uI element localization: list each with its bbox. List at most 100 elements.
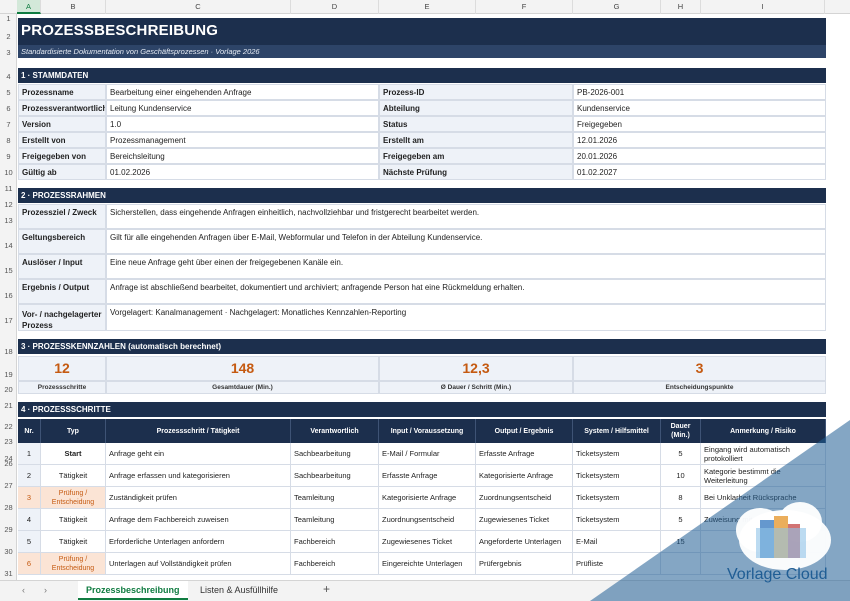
step-duration[interactable]: 8 xyxy=(661,487,701,509)
step-input[interactable]: Kategorisierte Anfrage xyxy=(379,487,476,509)
column-header-b[interactable]: B xyxy=(41,0,106,14)
row-header[interactable]: 20 xyxy=(0,385,16,394)
step-note[interactable] xyxy=(701,531,826,553)
column-header-h[interactable]: H xyxy=(661,0,701,14)
row-header[interactable]: 7 xyxy=(0,120,16,129)
row-header[interactable]: 4 xyxy=(0,72,16,81)
step-system[interactable]: E-Mail xyxy=(573,531,661,553)
step-duration[interactable]: 10 xyxy=(661,465,701,487)
row-header[interactable]: 5 xyxy=(0,88,16,97)
worksheet[interactable]: PROZESSBESCHREIBUNG Standardisierte Doku… xyxy=(17,14,850,580)
step-output[interactable]: Zuordnungsentscheid xyxy=(476,487,573,509)
column-header-f[interactable]: F xyxy=(476,0,573,14)
step-input[interactable]: Erfasste Anfrage xyxy=(379,465,476,487)
column-header-e[interactable]: E xyxy=(379,0,476,14)
step-system[interactable]: Prüfliste xyxy=(573,553,661,575)
step-note[interactable]: Eingang wird automatisch protokolliert xyxy=(701,443,826,465)
field-value[interactable]: Gilt für alle eingehenden Anfragen über … xyxy=(106,229,826,254)
row-header[interactable]: 21 xyxy=(0,401,16,410)
row-header[interactable]: 11 xyxy=(0,184,16,193)
field-value[interactable]: Prozessmanagement xyxy=(106,132,379,148)
add-sheet-button[interactable]: + xyxy=(323,582,330,596)
row-header[interactable]: 27 xyxy=(0,481,16,490)
field-value[interactable]: 01.02.2027 xyxy=(573,164,826,180)
column-header-i[interactable]: I xyxy=(701,0,825,14)
step-note[interactable]: Zuweisung mit Frist xyxy=(701,509,826,531)
step-output[interactable]: Kategorisierte Anfrage xyxy=(476,465,573,487)
step-output[interactable]: Prüfergebnis xyxy=(476,553,573,575)
field-value[interactable]: PB-2026-001 xyxy=(573,84,826,100)
step-output[interactable]: Erfasste Anfrage xyxy=(476,443,573,465)
field-value[interactable]: Kundenservice xyxy=(573,100,826,116)
step-responsible[interactable]: Fachbereich xyxy=(291,553,379,575)
step-task[interactable]: Unterlagen auf Vollständigkeit prüfen xyxy=(106,553,291,575)
step-system[interactable]: Ticketsystem xyxy=(573,487,661,509)
row-header[interactable]: 19 xyxy=(0,370,16,379)
field-value[interactable]: Anfrage ist abschließend bearbeitet, dok… xyxy=(106,279,826,304)
next-sheet-icon[interactable]: › xyxy=(44,585,47,595)
step-task[interactable]: Anfrage geht ein xyxy=(106,443,291,465)
step-duration[interactable]: 15 xyxy=(661,531,701,553)
row-header[interactable]: 31 xyxy=(0,569,16,578)
step-input[interactable]: Zuordnungsentscheid xyxy=(379,509,476,531)
field-value[interactable]: Eine neue Anfrage geht über einen der fr… xyxy=(106,254,826,279)
step-note[interactable]: Kategorie bestimmt die Weiterleitung xyxy=(701,465,826,487)
step-responsible[interactable]: Fachbereich xyxy=(291,531,379,553)
step-note[interactable]: Bei Unklarheit Rücksprache xyxy=(701,487,826,509)
prev-sheet-icon[interactable]: ‹ xyxy=(22,585,25,595)
step-output[interactable]: Zugewiesenes Ticket xyxy=(476,509,573,531)
row-header[interactable]: 29 xyxy=(0,525,16,534)
field-value[interactable]: Vorgelagert: Kanalmanagement · Nachgelag… xyxy=(106,304,826,331)
row-header[interactable]: 2 xyxy=(0,32,16,41)
field-value[interactable]: 01.02.2026 xyxy=(106,164,379,180)
step-duration[interactable] xyxy=(661,553,701,575)
step-input[interactable]: Zugewiesenes Ticket xyxy=(379,531,476,553)
step-system[interactable]: Ticketsystem xyxy=(573,443,661,465)
step-responsible[interactable]: Teamleitung xyxy=(291,509,379,531)
row-header[interactable]: 18 xyxy=(0,347,16,356)
field-value[interactable]: 20.01.2026 xyxy=(573,148,826,164)
row-header[interactable]: 1 xyxy=(0,14,16,23)
row-header[interactable]: 30 xyxy=(0,547,16,556)
row-header[interactable]: 26 xyxy=(0,459,16,468)
row-header[interactable]: 3 xyxy=(0,48,16,57)
row-header[interactable]: 28 xyxy=(0,503,16,512)
row-header[interactable]: 6 xyxy=(0,104,16,113)
field-value[interactable]: 1.0 xyxy=(106,116,379,132)
tab-listen-ausfuellhilfe[interactable]: Listen & Ausfüllhilfe xyxy=(192,581,286,600)
step-input[interactable]: E-Mail / Formular xyxy=(379,443,476,465)
step-responsible[interactable]: Teamleitung xyxy=(291,487,379,509)
step-task[interactable]: Anfrage erfassen und kategorisieren xyxy=(106,465,291,487)
step-responsible[interactable]: Sachbearbeitung xyxy=(291,465,379,487)
step-task[interactable]: Anfrage dem Fachbereich zuweisen xyxy=(106,509,291,531)
row-header[interactable]: 12 xyxy=(0,200,16,209)
row-header[interactable]: 9 xyxy=(0,152,16,161)
step-responsible[interactable]: Sachbearbeitung xyxy=(291,443,379,465)
step-system[interactable]: Ticketsystem xyxy=(573,509,661,531)
row-header[interactable]: 22 xyxy=(0,422,16,431)
row-header[interactable]: 15 xyxy=(0,266,16,275)
step-task[interactable]: Zuständigkeit prüfen xyxy=(106,487,291,509)
step-output[interactable]: Angeforderte Unterlagen xyxy=(476,531,573,553)
tab-prozessbeschreibung[interactable]: Prozessbeschreibung xyxy=(78,581,188,600)
row-header[interactable]: 17 xyxy=(0,316,16,325)
field-value[interactable]: Bereichsleitung xyxy=(106,148,379,164)
step-system[interactable]: Ticketsystem xyxy=(573,465,661,487)
field-value[interactable]: Leitung Kundenservice xyxy=(106,100,379,116)
title-banner[interactable]: PROZESSBESCHREIBUNG Standardisierte Doku… xyxy=(18,18,826,58)
row-header[interactable]: 23 xyxy=(0,437,16,446)
row-header[interactable]: 13 xyxy=(0,216,16,225)
row-header[interactable]: 8 xyxy=(0,136,16,145)
step-input[interactable]: Eingereichte Unterlagen xyxy=(379,553,476,575)
field-value[interactable]: Bearbeitung einer eingehenden Anfrage xyxy=(106,84,379,100)
row-header[interactable]: 10 xyxy=(0,168,16,177)
column-header-a[interactable]: A xyxy=(17,0,41,14)
step-duration[interactable]: 5 xyxy=(661,509,701,531)
step-duration[interactable]: 5 xyxy=(661,443,701,465)
step-task[interactable]: Erforderliche Unterlagen anfordern xyxy=(106,531,291,553)
row-header[interactable]: 16 xyxy=(0,291,16,300)
field-value[interactable]: 12.01.2026 xyxy=(573,132,826,148)
field-value[interactable]: Sicherstellen, dass eingehende Anfragen … xyxy=(106,204,826,229)
field-value[interactable]: Freigegeben xyxy=(573,116,826,132)
row-header[interactable]: 14 xyxy=(0,241,16,250)
